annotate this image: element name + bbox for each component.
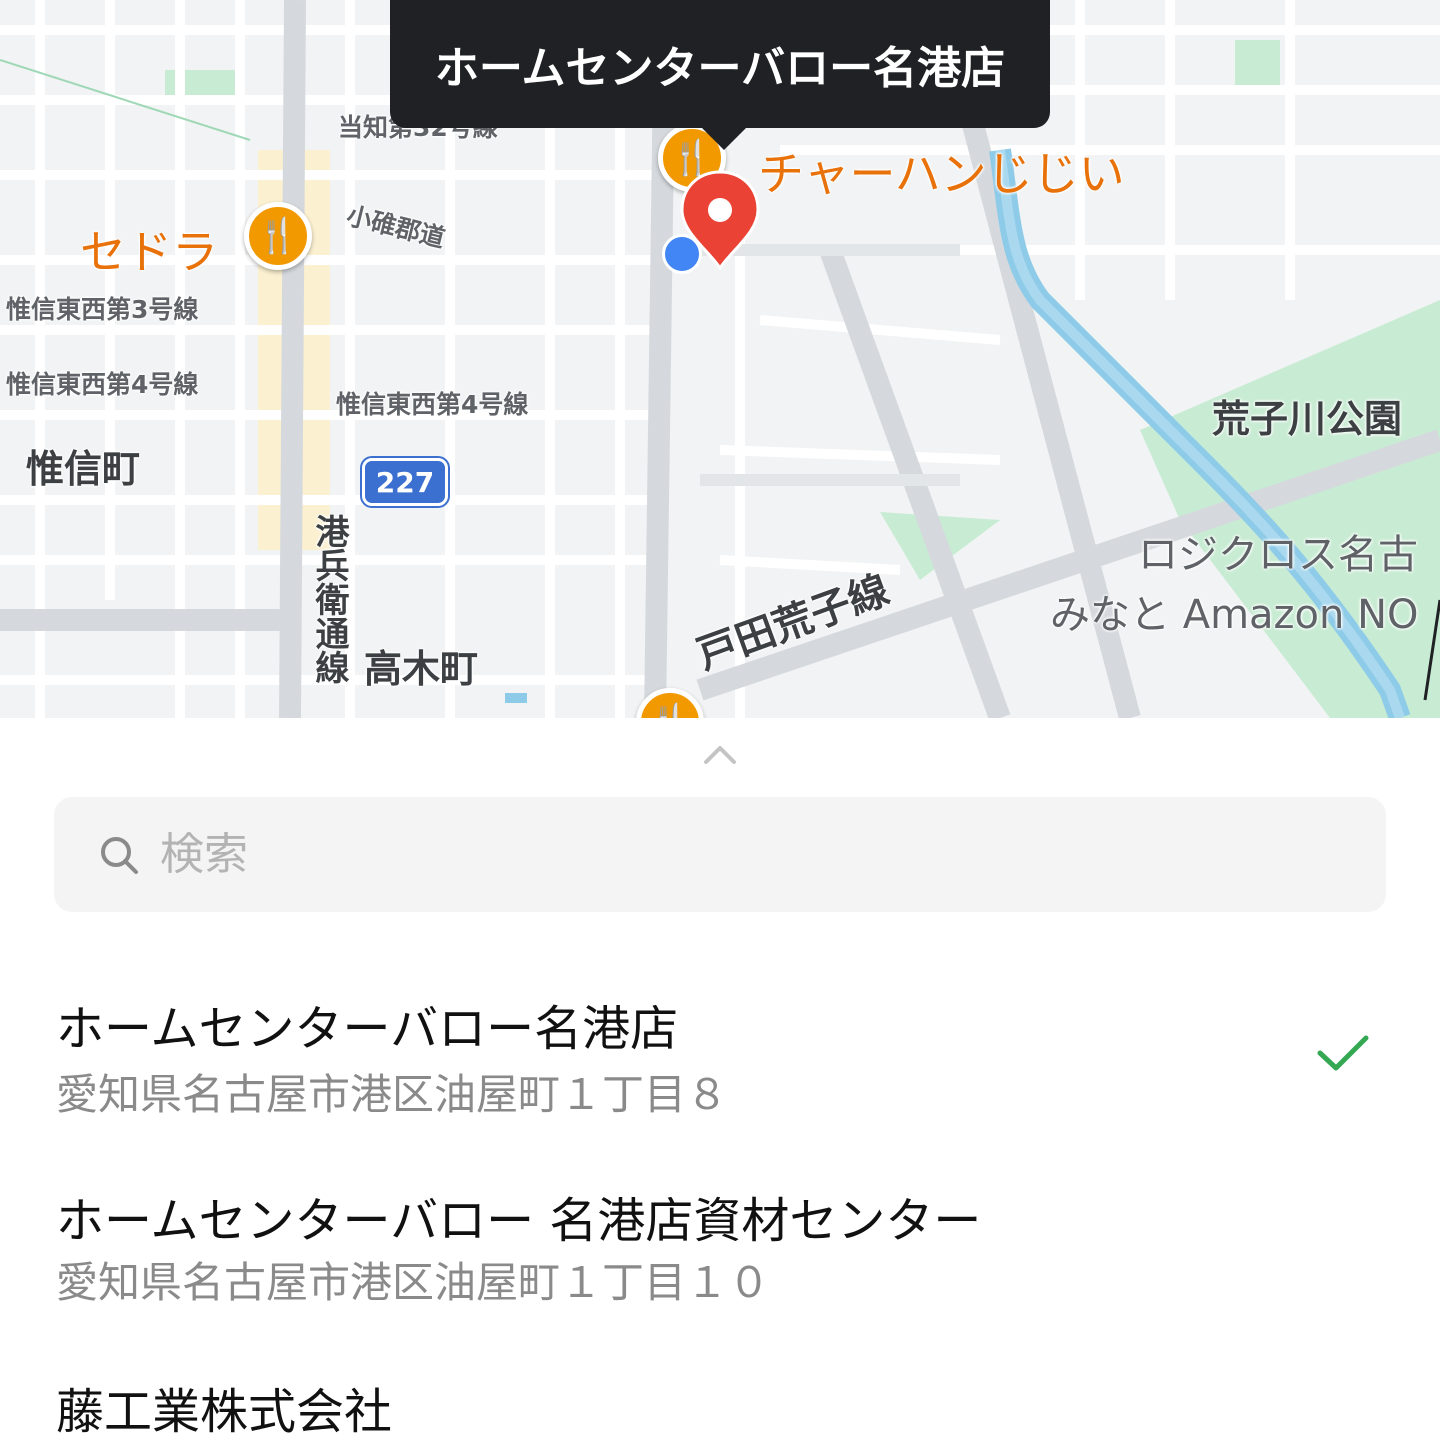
search-icon bbox=[101, 836, 138, 874]
area-label-takagicho: 高木町 bbox=[364, 647, 479, 691]
area-label-ishincho: 惟信町 bbox=[26, 447, 141, 491]
result-name: 藤工業株式会社 bbox=[56, 1384, 393, 1440]
map-view[interactable]: 当知第32号線 小碓郡道 惟信東西第3号線 惟信東西第4号線 惟信東西第4号線 … bbox=[0, 0, 1440, 718]
road-label-ishin4-center: 惟信東西第4号線 bbox=[336, 390, 529, 419]
check-icon bbox=[1317, 1035, 1369, 1071]
result-address: 愛知県名古屋市港区油屋町１丁目８ bbox=[56, 1070, 729, 1119]
area-label-amazon: みなと Amazon NO bbox=[1050, 592, 1419, 638]
search-bar[interactable] bbox=[54, 797, 1386, 912]
search-input[interactable] bbox=[158, 828, 1262, 881]
route-227-shield: 227 bbox=[362, 458, 448, 506]
chevron-up-icon[interactable] bbox=[700, 740, 740, 770]
result-item[interactable]: ホームセンターバロー名港店 愛知県名古屋市港区油屋町１丁目８ bbox=[0, 985, 1440, 1135]
result-name: ホームセンターバロー 名港店資材センター bbox=[56, 1193, 982, 1249]
place-callout[interactable]: ホームセンターバロー名港店 bbox=[390, 0, 1050, 150]
area-label-arakogawa-park: 荒子川公園 bbox=[1212, 397, 1403, 441]
result-address: 愛知県名古屋市港区油屋町１丁目１０ bbox=[56, 1258, 771, 1307]
poi-label-sedora[interactable]: セドラ bbox=[80, 216, 218, 282]
restaurant-icon[interactable]: 🍴 bbox=[244, 202, 312, 270]
road-label-heieei: 港兵衛通線 bbox=[309, 514, 349, 684]
area-label-logicross: ロジクロス名古 bbox=[1138, 532, 1418, 578]
road-label-ishin4-left: 惟信東西第4号線 bbox=[6, 370, 199, 399]
result-item[interactable]: ホームセンターバロー 名港店資材センター 愛知県名古屋市港区油屋町１丁目１０ bbox=[0, 1177, 1440, 1327]
poi-label-chahan[interactable]: チャーハンじじい bbox=[758, 138, 1125, 204]
road-label-ishin3: 惟信東西第3号線 bbox=[6, 295, 199, 324]
result-item[interactable]: 藤工業株式会社 bbox=[0, 1368, 1440, 1440]
location-pin-icon[interactable] bbox=[678, 170, 762, 270]
result-name: ホームセンターバロー名港店 bbox=[56, 1001, 679, 1057]
